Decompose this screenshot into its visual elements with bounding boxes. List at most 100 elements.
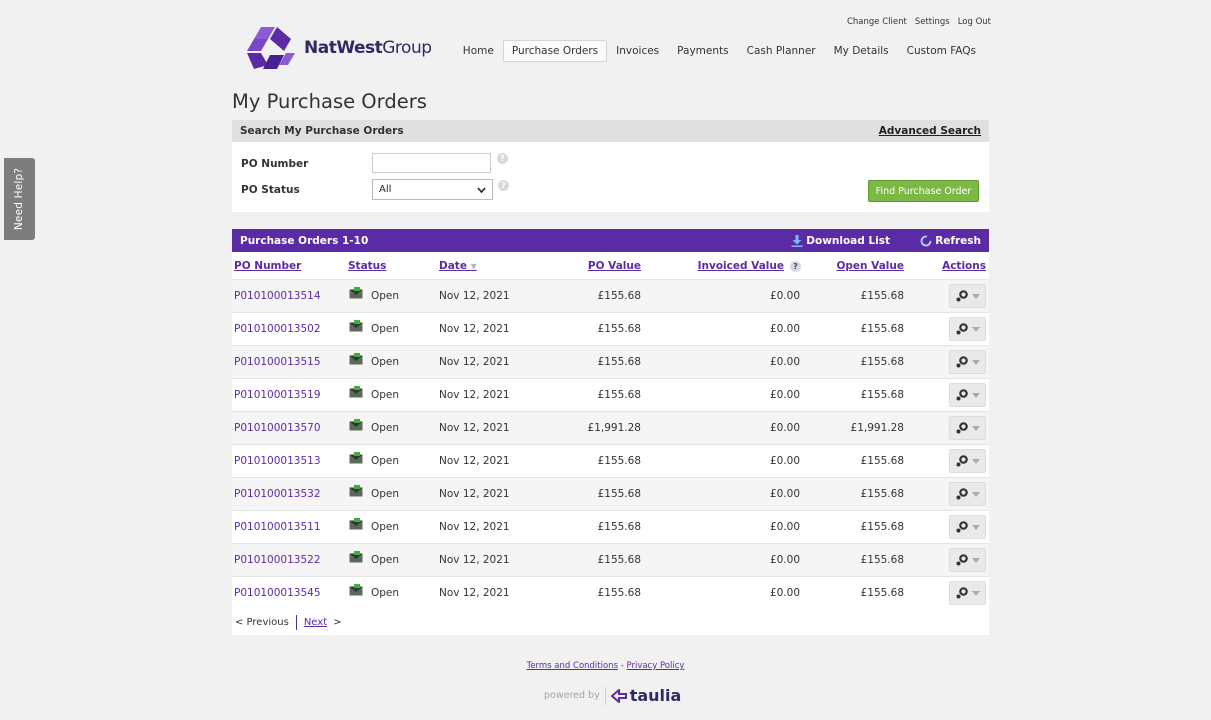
download-list-button[interactable]: Download List xyxy=(791,234,890,247)
chevron-down-icon xyxy=(972,425,980,431)
row-actions-button[interactable] xyxy=(949,548,986,572)
po-number-link[interactable]: P010100013519 xyxy=(234,389,321,401)
terms-link[interactable]: Terms and Conditions xyxy=(527,661,618,671)
gear-icon xyxy=(956,455,968,467)
log-out-link[interactable]: Log Out xyxy=(958,17,991,27)
po-number-help-icon[interactable]: ? xyxy=(497,153,508,164)
po-status-select[interactable]: All xyxy=(372,179,493,200)
taulia-wordmark: taulia xyxy=(629,686,682,705)
nav-purchase-orders[interactable]: Purchase Orders xyxy=(502,40,608,62)
status-text: Open xyxy=(371,554,400,566)
table-row: P010100013522 Open Nov 12, 2021 £155.68 £0.0… xyxy=(232,543,989,576)
po-date: Nov 12, 2021 xyxy=(439,554,510,566)
open-value: £155.68 xyxy=(860,356,904,368)
nav-payments[interactable]: Payments xyxy=(668,40,737,62)
open-envelope-icon xyxy=(349,485,363,497)
gear-icon xyxy=(956,389,968,401)
open-envelope-icon xyxy=(349,386,363,398)
table-row: P010100013515 Open Nov 12, 2021 £155.68 £0.0… xyxy=(232,345,989,378)
privacy-link[interactable]: Privacy Policy xyxy=(626,661,684,671)
col-open-value[interactable]: Open Value xyxy=(836,260,904,272)
col-po-number[interactable]: PO Number xyxy=(234,260,301,272)
po-date: Nov 12, 2021 xyxy=(439,488,510,500)
po-date: Nov 12, 2021 xyxy=(439,323,510,335)
settings-link[interactable]: Settings xyxy=(915,17,950,27)
change-client-link[interactable]: Change Client xyxy=(847,17,907,27)
row-actions-button[interactable] xyxy=(949,317,986,341)
invoiced-value: £0.00 xyxy=(769,389,800,401)
po-number-link[interactable]: P010100013570 xyxy=(234,422,321,434)
po-number-link[interactable]: P010100013502 xyxy=(234,323,321,335)
nav-home[interactable]: Home xyxy=(454,40,503,62)
po-number-link[interactable]: P010100013513 xyxy=(234,455,321,467)
find-purchase-order-button[interactable]: Find Purchase Order xyxy=(868,180,979,202)
main-nav: Home Purchase Orders Invoices Payments C… xyxy=(454,40,985,62)
row-actions-button[interactable] xyxy=(949,350,986,374)
po-number-link[interactable]: P010100013514 xyxy=(234,290,321,302)
row-actions-button[interactable] xyxy=(949,515,986,539)
advanced-search-link[interactable]: Advanced Search xyxy=(879,125,981,137)
col-status[interactable]: Status xyxy=(348,260,386,272)
gear-icon xyxy=(956,587,968,599)
open-envelope-icon xyxy=(349,584,363,596)
col-date-label: Date xyxy=(439,260,467,272)
status-text: Open xyxy=(371,521,400,533)
chevron-down-icon xyxy=(972,293,980,299)
natwest-cube-icon xyxy=(247,27,295,69)
invoiced-value-help-icon[interactable]: ? xyxy=(790,261,801,272)
po-status-help-icon[interactable]: ? xyxy=(498,180,509,191)
open-envelope-icon xyxy=(349,452,363,464)
po-value: £155.68 xyxy=(597,521,641,533)
table-row: P010100013511 Open Nov 12, 2021 £155.68 £0.0… xyxy=(232,510,989,543)
row-actions-button[interactable] xyxy=(949,449,986,473)
next-page-link[interactable]: Next xyxy=(304,617,327,628)
row-actions-button[interactable] xyxy=(949,284,986,308)
table-row: P010100013570 Open Nov 12, 2021 £1,991.28 £0… xyxy=(232,411,989,444)
search-panel: Search My Purchase Orders Advanced Searc… xyxy=(232,120,989,212)
col-invoiced-value[interactable]: Invoiced Value xyxy=(698,260,784,272)
open-value: £155.68 xyxy=(860,521,904,533)
need-help-tab[interactable]: Need Help? xyxy=(4,158,35,240)
po-number-label: PO Number xyxy=(241,158,309,170)
chevron-down-icon xyxy=(972,524,980,530)
po-number-link[interactable]: P010100013511 xyxy=(234,521,321,533)
row-actions-button[interactable] xyxy=(949,383,986,407)
status-text: Open xyxy=(371,587,400,599)
next-arrow: > xyxy=(333,616,342,628)
nav-cash-planner[interactable]: Cash Planner xyxy=(738,40,825,62)
po-value: £155.68 xyxy=(597,290,641,302)
po-value: £155.68 xyxy=(597,356,641,368)
row-actions-button[interactable] xyxy=(949,482,986,506)
po-number-input[interactable] xyxy=(372,153,491,173)
open-value: £155.68 xyxy=(860,587,904,599)
col-po-value[interactable]: PO Value xyxy=(588,260,641,272)
gear-icon xyxy=(956,290,968,302)
open-envelope-icon xyxy=(349,353,363,365)
footer-links: Terms and Conditions - Privacy Policy xyxy=(0,661,1211,671)
nav-invoices[interactable]: Invoices xyxy=(607,40,668,62)
status-text: Open xyxy=(371,422,400,434)
col-actions: Actions xyxy=(942,260,986,272)
po-number-link[interactable]: P010100013532 xyxy=(234,488,321,500)
row-actions-button[interactable] xyxy=(949,581,986,605)
po-number-link[interactable]: P010100013545 xyxy=(234,587,321,599)
open-envelope-icon xyxy=(349,320,363,332)
open-envelope-icon xyxy=(349,518,363,530)
po-value: £155.68 xyxy=(597,587,641,599)
po-number-link[interactable]: P010100013515 xyxy=(234,356,321,368)
po-number-link[interactable]: P010100013522 xyxy=(234,554,321,566)
nav-my-details[interactable]: My Details xyxy=(825,40,898,62)
table-row: P010100013545 Open Nov 12, 2021 £155.68 £0.0… xyxy=(232,576,989,609)
po-date: Nov 12, 2021 xyxy=(439,389,510,401)
footer-separator: - xyxy=(620,661,624,671)
col-date[interactable]: Date ▼ xyxy=(439,260,477,272)
po-value: £155.68 xyxy=(597,488,641,500)
invoiced-value: £0.00 xyxy=(769,488,800,500)
nav-custom-faqs[interactable]: Custom FAQs xyxy=(898,40,985,62)
open-value: £155.68 xyxy=(860,488,904,500)
open-envelope-icon xyxy=(349,419,363,431)
row-actions-button[interactable] xyxy=(949,416,986,440)
natwest-logo[interactable]: NatWestGroup xyxy=(245,25,432,71)
chevron-down-icon xyxy=(972,326,980,332)
refresh-button[interactable]: Refresh xyxy=(920,235,981,247)
